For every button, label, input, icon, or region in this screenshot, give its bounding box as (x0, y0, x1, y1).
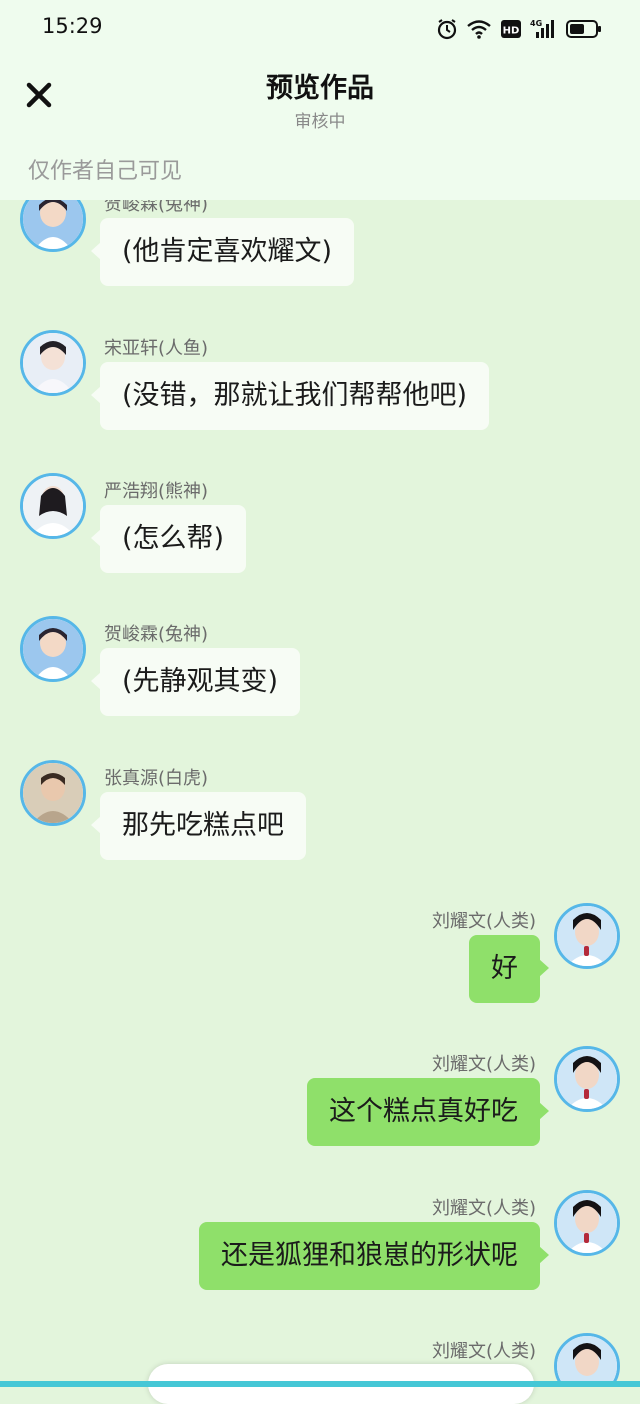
avatar-image (557, 1049, 617, 1109)
status-icons: HD 4G (436, 16, 602, 42)
sender-name: 贺峻霖(兔神) (104, 200, 209, 215)
message-bubble[interactable]: (没错，那就让我们帮帮他吧) (90, 362, 490, 430)
avatar-image (23, 476, 83, 536)
sender-name: 张真源(白虎) (104, 768, 209, 789)
sender-name: 严浩翔(熊神) (104, 481, 209, 502)
avatar-image (557, 1193, 617, 1253)
avatar[interactable] (20, 760, 86, 826)
message-bubble[interactable]: (他肯定喜欢耀文) (90, 218, 355, 286)
sender-name: 刘耀文(人类) (431, 1341, 536, 1362)
bottom-accent-bar (0, 1381, 640, 1387)
sender-name: 刘耀文(人类) (431, 1054, 536, 1075)
avatar[interactable] (20, 616, 86, 682)
message-bubble[interactable]: (怎么帮) (90, 505, 247, 573)
avatar[interactable] (554, 903, 620, 969)
review-status: 审核中 (294, 112, 346, 132)
signal-4g-icon: 4G (530, 19, 554, 38)
status-time: 15:29 (42, 14, 103, 38)
avatar[interactable] (554, 1333, 620, 1387)
status-bar: 15:29 HD 4G (0, 0, 640, 56)
chat-area[interactable]: 贺峻霖(兔神) (他肯定喜欢耀文) 宋亚轩(人鱼) (没错，那就让我们帮帮他吧)… (0, 200, 640, 1387)
message-bubble[interactable]: 好 (469, 935, 549, 1003)
wifi-icon (467, 20, 491, 39)
sender-name: 贺峻霖(兔神) (104, 624, 209, 645)
avatar-image (23, 763, 83, 823)
avatar-image (557, 906, 617, 966)
page-title: 预览作品 (266, 73, 374, 104)
hd-icon: HD (501, 20, 521, 38)
svg-text:HD: HD (503, 26, 520, 37)
avatar-image (23, 333, 83, 393)
avatar[interactable] (20, 473, 86, 539)
avatar-image (557, 1336, 617, 1387)
avatar-image (23, 200, 83, 249)
avatar[interactable] (554, 1046, 620, 1112)
sender-name: 宋亚轩(人鱼) (104, 338, 209, 359)
message-bubble[interactable]: 这个糕点真好吃 (307, 1078, 549, 1146)
visibility-note: 仅作者自己可见 (28, 159, 183, 184)
avatar[interactable] (554, 1190, 620, 1256)
message-bubble[interactable]: 还是狐狸和狼崽的形状呢 (199, 1222, 549, 1290)
avatar[interactable] (20, 330, 86, 396)
message-bubble[interactable]: (先静观其变) (90, 648, 301, 716)
sender-name: 刘耀文(人类) (431, 911, 536, 932)
avatar[interactable] (20, 200, 86, 252)
avatar-image (23, 619, 83, 679)
top-bar: 15:29 HD 4G 预览作品 审核中 仅作者自己可见 (0, 0, 640, 200)
sender-name: 刘耀文(人类) (431, 1198, 536, 1219)
battery-icon (566, 20, 601, 38)
alarm-icon (437, 19, 457, 40)
svg-text:4G: 4G (530, 19, 542, 28)
message-bubble[interactable]: 那先吃糕点吧 (91, 792, 306, 860)
